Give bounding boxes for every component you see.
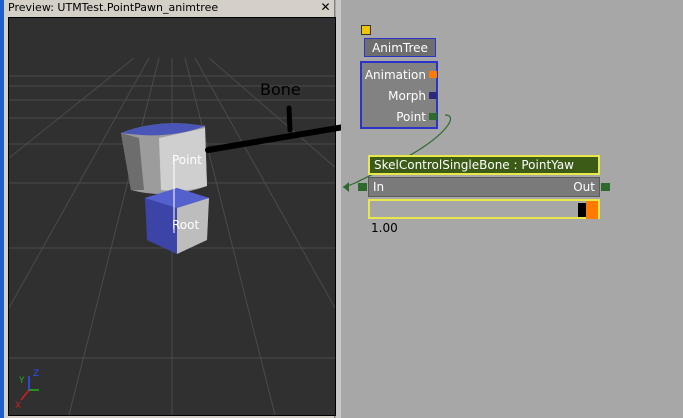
in-pin-icon[interactable] [358,183,367,191]
strength-slider[interactable] [368,199,600,219]
out-pin-label: Out [573,180,595,194]
skelcontrol-node-title[interactable]: SkelControlSingleBone : PointYaw [368,155,600,175]
strength-value: 1.00 [371,221,398,235]
bone-annotation-text: Bone [260,80,301,99]
out-pin-icon[interactable] [601,183,610,191]
slider-strength-fill [586,201,598,219]
animtree-graph-canvas[interactable]: AnimTree Animation Morph Point SkelContr… [341,0,683,418]
skelcontrol-node-body[interactable]: In Out [368,177,600,197]
slider-handle[interactable] [578,203,586,217]
in-pin-label: In [373,180,385,194]
